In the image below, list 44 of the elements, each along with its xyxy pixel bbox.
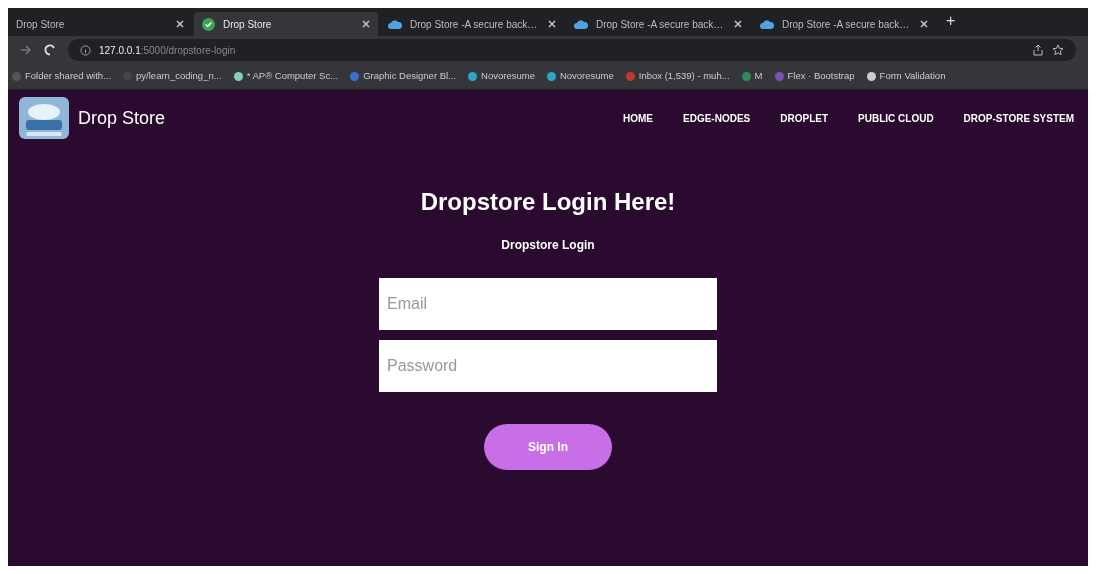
nav-link[interactable]: HOME	[623, 110, 654, 126]
login-subtitle: Dropstore Login	[501, 237, 595, 254]
close-icon[interactable]	[176, 20, 184, 28]
nav-link[interactable]: DROP-STORE SYSTEM	[963, 110, 1074, 126]
cloud-icon	[388, 19, 402, 29]
tab-title: Drop Store	[16, 17, 66, 32]
new-tab-button[interactable]: +	[938, 9, 964, 36]
url-text: 127.0.0.1:5000/dropstore-login	[99, 43, 236, 58]
share-icon[interactable]	[1032, 44, 1044, 56]
close-icon[interactable]	[548, 20, 556, 28]
bookmark[interactable]: Folder shared with...	[12, 69, 112, 84]
bookmark[interactable]: * AP® Computer Sc...	[233, 69, 339, 84]
bookmark[interactable]: Novoresume	[468, 69, 535, 84]
nav-link[interactable]: DROPLET	[780, 110, 829, 126]
close-icon[interactable]	[920, 20, 928, 28]
bookmark[interactable]: Graphic Designer Bl...	[350, 69, 457, 84]
brand-name[interactable]: Drop Store	[78, 104, 166, 132]
cloud-icon	[574, 19, 588, 29]
star-icon[interactable]	[1052, 44, 1064, 56]
tab-title: Drop Store	[223, 17, 273, 32]
login-title: Dropstore Login Here!	[420, 187, 676, 217]
reload-icon[interactable]	[44, 44, 56, 56]
input-field[interactable]: Email	[379, 278, 717, 330]
input-field[interactable]: Password	[379, 340, 717, 392]
nav-link[interactable]: PUBLIC CLOUD	[858, 110, 934, 126]
info-icon	[80, 44, 91, 56]
cloud-icon	[760, 19, 774, 29]
bookmark[interactable]: Flex · Bootstrap	[774, 69, 855, 84]
tab-title: Drop Store -A secure back…	[596, 17, 725, 32]
nav-link[interactable]: EDGE-NODES	[683, 110, 751, 126]
address-field[interactable]: 127.0.0.1:5000/dropstore-login	[68, 39, 1076, 61]
close-icon[interactable]	[362, 20, 370, 28]
bookmark[interactable]: M	[741, 69, 763, 84]
check-circle-icon	[202, 17, 215, 31]
close-icon[interactable]	[734, 20, 742, 28]
bookmark[interactable]: Inbox (1,539) - muh...	[625, 69, 730, 84]
bookmark[interactable]: py/learn_coding_n...	[123, 69, 222, 84]
bookmark[interactable]: Form Validation	[866, 69, 946, 84]
cloud-storage-logo-icon[interactable]	[18, 96, 70, 140]
tab-title: Drop Store -A secure back…	[410, 17, 539, 32]
forward-arrow-icon[interactable]	[20, 45, 32, 55]
browser-tab[interactable]: Drop Store	[194, 12, 378, 36]
tab-title: Drop Store -A secure back…	[782, 17, 911, 32]
bookmark[interactable]: Novoresume	[546, 69, 614, 84]
